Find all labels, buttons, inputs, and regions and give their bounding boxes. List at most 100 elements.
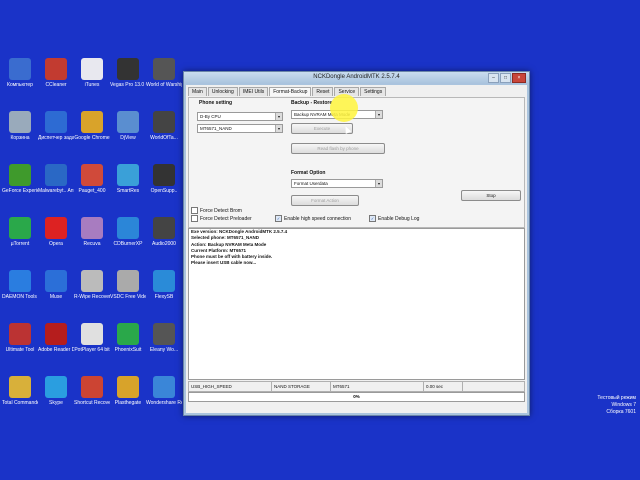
status-storage: NAND STORAGE [272,382,331,391]
chevron-down-icon: ▾ [275,125,282,132]
app-window: NCKDongle AndroidMTK 2.5.7.4 – □ × Main U… [183,71,530,416]
app-icon [9,217,31,239]
app-icon [117,323,139,345]
debug-log-checkbox[interactable]: ✓ Enable Debug Log [369,215,419,222]
desktop-shortcut[interactable]: Skype [38,376,74,406]
stop-button[interactable]: Stop [461,190,521,201]
app-icon [153,217,175,239]
desktop-shortcut[interactable]: Vegas Pro 13.0 (64-bit) [110,58,146,88]
cpu-select[interactable]: D-By CPU ▾ [197,112,283,121]
app-icon [117,111,139,133]
desktop-shortcut[interactable]: µTorrent [2,217,38,247]
desktop-shortcut[interactable]: FlexySB [146,270,182,300]
app-icon [45,164,67,186]
shortcut-label: Корзина [10,135,30,141]
desktop-shortcut[interactable]: Shortcut Recovery [74,376,110,406]
desktop-shortcut[interactable]: DjView [110,111,146,141]
shortcut-label: PhoenixSuit [114,347,142,353]
force-preloader-checkbox[interactable]: Force Detect Preloader [191,215,252,222]
desktop-shortcut[interactable]: Eleany Wo... [146,323,182,353]
minimize-icon[interactable]: – [488,73,499,83]
desktop-shortcut[interactable]: CDBurnerXP [110,217,146,247]
app-icon [81,164,103,186]
desktop-shortcut[interactable]: Plasthegate [110,376,146,406]
desktop-shortcut[interactable]: Muse [38,270,74,300]
close-icon[interactable]: × [512,73,526,83]
shortcut-label: Диспетчер задач [38,135,74,141]
desktop-shortcut[interactable]: Pauget_400 [74,164,110,194]
force-brom-label: Force Detect Brom [200,207,242,214]
app-icon [153,376,175,398]
desktop-shortcut[interactable]: Opera [38,217,74,247]
desktop-shortcut[interactable]: CCleaner [38,58,74,88]
model-select-value: MT6571_NAND [200,126,232,131]
shortcut-label: Wondershare Recovery [146,400,182,406]
shortcut-label: SmartRes [116,188,140,194]
app-icon [9,270,31,292]
tab-unlocking[interactable]: Unlocking [207,87,238,96]
shortcut-label: CDBurnerXP [113,241,143,247]
desktop-shortcut[interactable]: Wondershare Recovery [146,376,182,406]
read-flash-button[interactable]: Read flash by phone [291,143,385,154]
log-line: Please insert USB cable now... [191,260,257,266]
tab-main[interactable]: Main [188,87,207,96]
shortcut-label: GeForce Experience [2,188,38,194]
desktop-shortcut[interactable]: Диспетчер задач [38,111,74,141]
app-icon [45,111,67,133]
format-backup-panel: Phone setting D-By CPU ▾ MT6571_NAND ▾ B… [188,97,525,228]
desktop-shortcut[interactable]: Корзина [2,111,38,141]
desktop-shortcut[interactable]: Google Chrome [74,111,110,141]
title-bar[interactable]: NCKDongle AndroidMTK 2.5.7.4 – □ × [184,72,529,84]
status-platform: MT6571 [331,382,424,391]
desktop-shortcut[interactable]: Ultimate Tool [2,323,38,353]
status-extra [463,382,524,391]
desktop-shortcut[interactable]: DAEMON Tools Lite [2,270,38,300]
status-bar: USB_HIGH_SPEED NAND STORAGE MT6571 0.00 … [188,381,525,392]
format-select[interactable]: Format Userdata ▾ [291,179,383,188]
desktop-shortcut[interactable]: R-Wipe Recovery [74,270,110,300]
maximize-icon[interactable]: □ [500,73,511,83]
format-action-button[interactable]: Format Action [291,195,359,206]
shortcut-label: Total Commander [2,400,38,406]
desktop-shortcut[interactable]: Recuva [74,217,110,247]
app-icon [9,376,31,398]
high-speed-checkbox[interactable]: ✓ Enable high speed connection [275,215,351,222]
chevron-down-icon: ▾ [375,180,382,187]
client-area: Main Unlocking IMEI Utils Format-Backup Rese… [186,85,527,413]
format-select-value: Format Userdata [294,181,328,186]
desktop-shortcut[interactable]: SmartRes [110,164,146,194]
app-icon [45,58,67,80]
tab-imei-utils[interactable]: IMEI Utils [238,87,269,96]
shortcut-label: Skype [49,400,63,406]
app-icon [117,164,139,186]
tab-format-backup[interactable]: Format-Backup [269,87,312,96]
desktop-shortcut[interactable]: PotPlayer 64 bit [74,323,110,353]
force-brom-checkbox[interactable]: Force Detect Brom [191,207,242,214]
desktop-shortcut[interactable]: Adobe Reader DC [38,323,74,353]
checkbox-box [191,207,198,214]
checkbox-box [191,215,198,222]
desktop-shortcut[interactable]: World of Warships [146,58,182,88]
desktop-shortcut[interactable]: Total Commander [2,376,38,406]
app-icon [117,58,139,80]
desktop-shortcut[interactable]: OpenSupp.. [146,164,182,194]
log-output[interactable]: Exe version: NCKDongle AndroidMTK 2.5.7.… [188,228,525,380]
chevron-down-icon: ▾ [375,111,382,118]
desktop-shortcut[interactable]: iTunes [74,58,110,88]
shortcut-label: Malwarebyt.. Anti-Malw... [38,188,74,194]
desktop-shortcut[interactable]: Malwarebyt.. Anti-Malw... [38,164,74,194]
desktop-shortcut[interactable]: Компьютер [2,58,38,88]
tab-reset[interactable]: Reset [312,87,334,96]
desktop-shortcut[interactable]: WorldOfTa... [146,111,182,141]
window-title: NCKDongle AndroidMTK 2.5.7.4 [313,74,400,80]
chevron-down-icon: ▾ [275,113,282,120]
app-icon [153,164,175,186]
desktop-shortcut[interactable]: Audio2000 [146,217,182,247]
desktop-shortcut[interactable]: VSDC Free Video Edi... [110,270,146,300]
shortcut-label: Ultimate Tool [5,347,35,353]
tab-settings[interactable]: Settings [360,87,387,96]
checkmark-icon: ✓ [275,215,282,222]
model-select[interactable]: MT6571_NAND ▾ [197,124,283,133]
desktop-shortcut[interactable]: GeForce Experience [2,164,38,194]
desktop-shortcut[interactable]: PhoenixSuit [110,323,146,353]
